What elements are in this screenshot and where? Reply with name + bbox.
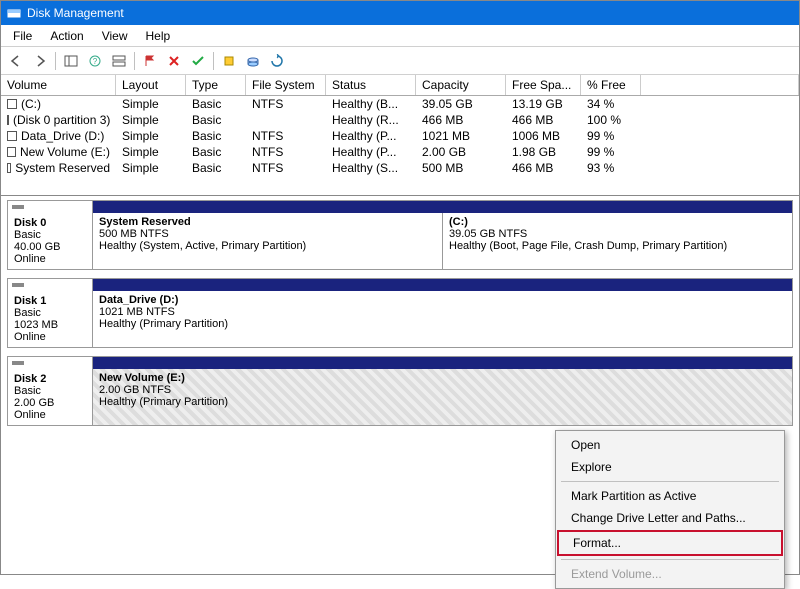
partition[interactable]: (C:)39.05 GB NTFSHealthy (Boot, Page Fil… [442,213,792,269]
partition-title: Data_Drive (D:) [99,294,786,306]
partition-size: 39.05 GB NTFS [449,228,786,240]
ctx-explore[interactable]: Explore [557,456,783,478]
volume-name: New Volume (E:) [1,144,116,160]
separator [561,481,779,482]
context-menu: Open Explore Mark Partition as Active Ch… [555,430,785,589]
menu-action[interactable]: Action [42,27,91,45]
partition-size: 2.00 GB NTFS [99,384,786,396]
volume-icon [7,147,16,157]
disk-row: Disk 0Basic40.00 GBOnlineSystem Reserved… [7,200,793,270]
partition-title: System Reserved [99,216,436,228]
partition-status: Healthy (System, Active, Primary Partiti… [99,240,436,252]
volume-name: Data_Drive (D:) [1,128,116,144]
disk-row: Disk 1Basic1023 MBOnlineData_Drive (D:)1… [7,278,793,348]
color-stripe [93,357,792,369]
menu-help[interactable]: Help [138,27,179,45]
separator [134,52,135,70]
separator [213,52,214,70]
col-type[interactable]: Type [186,75,246,95]
window-titlebar: Disk Management [1,1,799,25]
volume-list-header: Volume Layout Type File System Status Ca… [1,75,799,96]
partition-size: 1021 MB NTFS [99,306,786,318]
svg-text:?: ? [93,57,98,66]
volume-icon [7,163,11,173]
app-icon [7,6,21,20]
disk-header[interactable]: Disk 1Basic1023 MBOnline [8,279,93,347]
panels-icon[interactable] [60,50,82,72]
partition-title: New Volume (E:) [99,372,786,384]
volume-name: System Reserved [1,160,116,176]
menu-view[interactable]: View [94,27,136,45]
disk-header[interactable]: Disk 0Basic40.00 GBOnline [8,201,93,269]
help-icon[interactable]: ? [84,50,106,72]
volume-name: (Disk 0 partition 3) [1,112,116,128]
volume-row[interactable]: New Volume (E:)SimpleBasicNTFSHealthy (P… [1,144,799,160]
color-stripe [93,201,792,213]
ctx-change-letter[interactable]: Change Drive Letter and Paths... [557,507,783,529]
col-layout[interactable]: Layout [116,75,186,95]
layout-icon[interactable] [108,50,130,72]
disk-badge [12,361,24,365]
col-status[interactable]: Status [326,75,416,95]
disk-row: Disk 2Basic2.00 GBOnlineNew Volume (E:)2… [7,356,793,426]
volume-row[interactable]: (Disk 0 partition 3)SimpleBasicHealthy (… [1,112,799,128]
disk-icon[interactable] [242,50,264,72]
delete-icon[interactable] [163,50,185,72]
col-volume[interactable]: Volume [1,75,116,95]
partition-size: 500 MB NTFS [99,228,436,240]
ctx-open[interactable]: Open [557,434,783,456]
volume-row[interactable]: (C:)SimpleBasicNTFSHealthy (B...39.05 GB… [1,96,799,112]
color-stripe [93,279,792,291]
volume-row[interactable]: Data_Drive (D:)SimpleBasicNTFSHealthy (P… [1,128,799,144]
window-title: Disk Management [27,6,124,20]
col-capacity[interactable]: Capacity [416,75,506,95]
volume-list: (C:)SimpleBasicNTFSHealthy (B...39.05 GB… [1,96,799,196]
col-pct[interactable]: % Free [581,75,641,95]
forward-icon[interactable] [29,50,51,72]
refresh-icon[interactable] [266,50,288,72]
volume-icon [7,115,9,125]
back-icon[interactable] [5,50,27,72]
separator [55,52,56,70]
partition-status: Healthy (Boot, Page File, Crash Dump, Pr… [449,240,786,252]
ctx-format[interactable]: Format... [559,532,781,554]
partition[interactable]: Data_Drive (D:)1021 MB NTFSHealthy (Prim… [93,291,792,347]
graphical-view: Disk 0Basic40.00 GBOnlineSystem Reserved… [1,196,799,434]
disk-badge [12,205,24,209]
partition[interactable]: New Volume (E:)2.00 GB NTFSHealthy (Prim… [93,369,792,425]
volume-row[interactable]: System ReservedSimpleBasicNTFSHealthy (S… [1,160,799,176]
ctx-mark-active[interactable]: Mark Partition as Active [557,485,783,507]
check-icon[interactable] [187,50,209,72]
disk-badge [12,283,24,287]
ctx-extend[interactable]: Extend Volume... [557,563,783,585]
new-icon[interactable] [218,50,240,72]
menu-bar: File Action View Help [1,25,799,47]
volume-icon [7,131,17,141]
disk-header[interactable]: Disk 2Basic2.00 GBOnline [8,357,93,425]
menu-file[interactable]: File [5,27,40,45]
separator [561,559,779,560]
partition[interactable]: System Reserved500 MB NTFSHealthy (Syste… [93,213,442,269]
col-free[interactable]: Free Spa... [506,75,581,95]
partition-title: (C:) [449,216,786,228]
flag-icon[interactable] [139,50,161,72]
partition-status: Healthy (Primary Partition) [99,318,786,330]
volume-name: (C:) [1,96,116,112]
volume-icon [7,99,17,109]
col-fs[interactable]: File System [246,75,326,95]
toolbar: ? [1,47,799,75]
partition-status: Healthy (Primary Partition) [99,396,786,408]
